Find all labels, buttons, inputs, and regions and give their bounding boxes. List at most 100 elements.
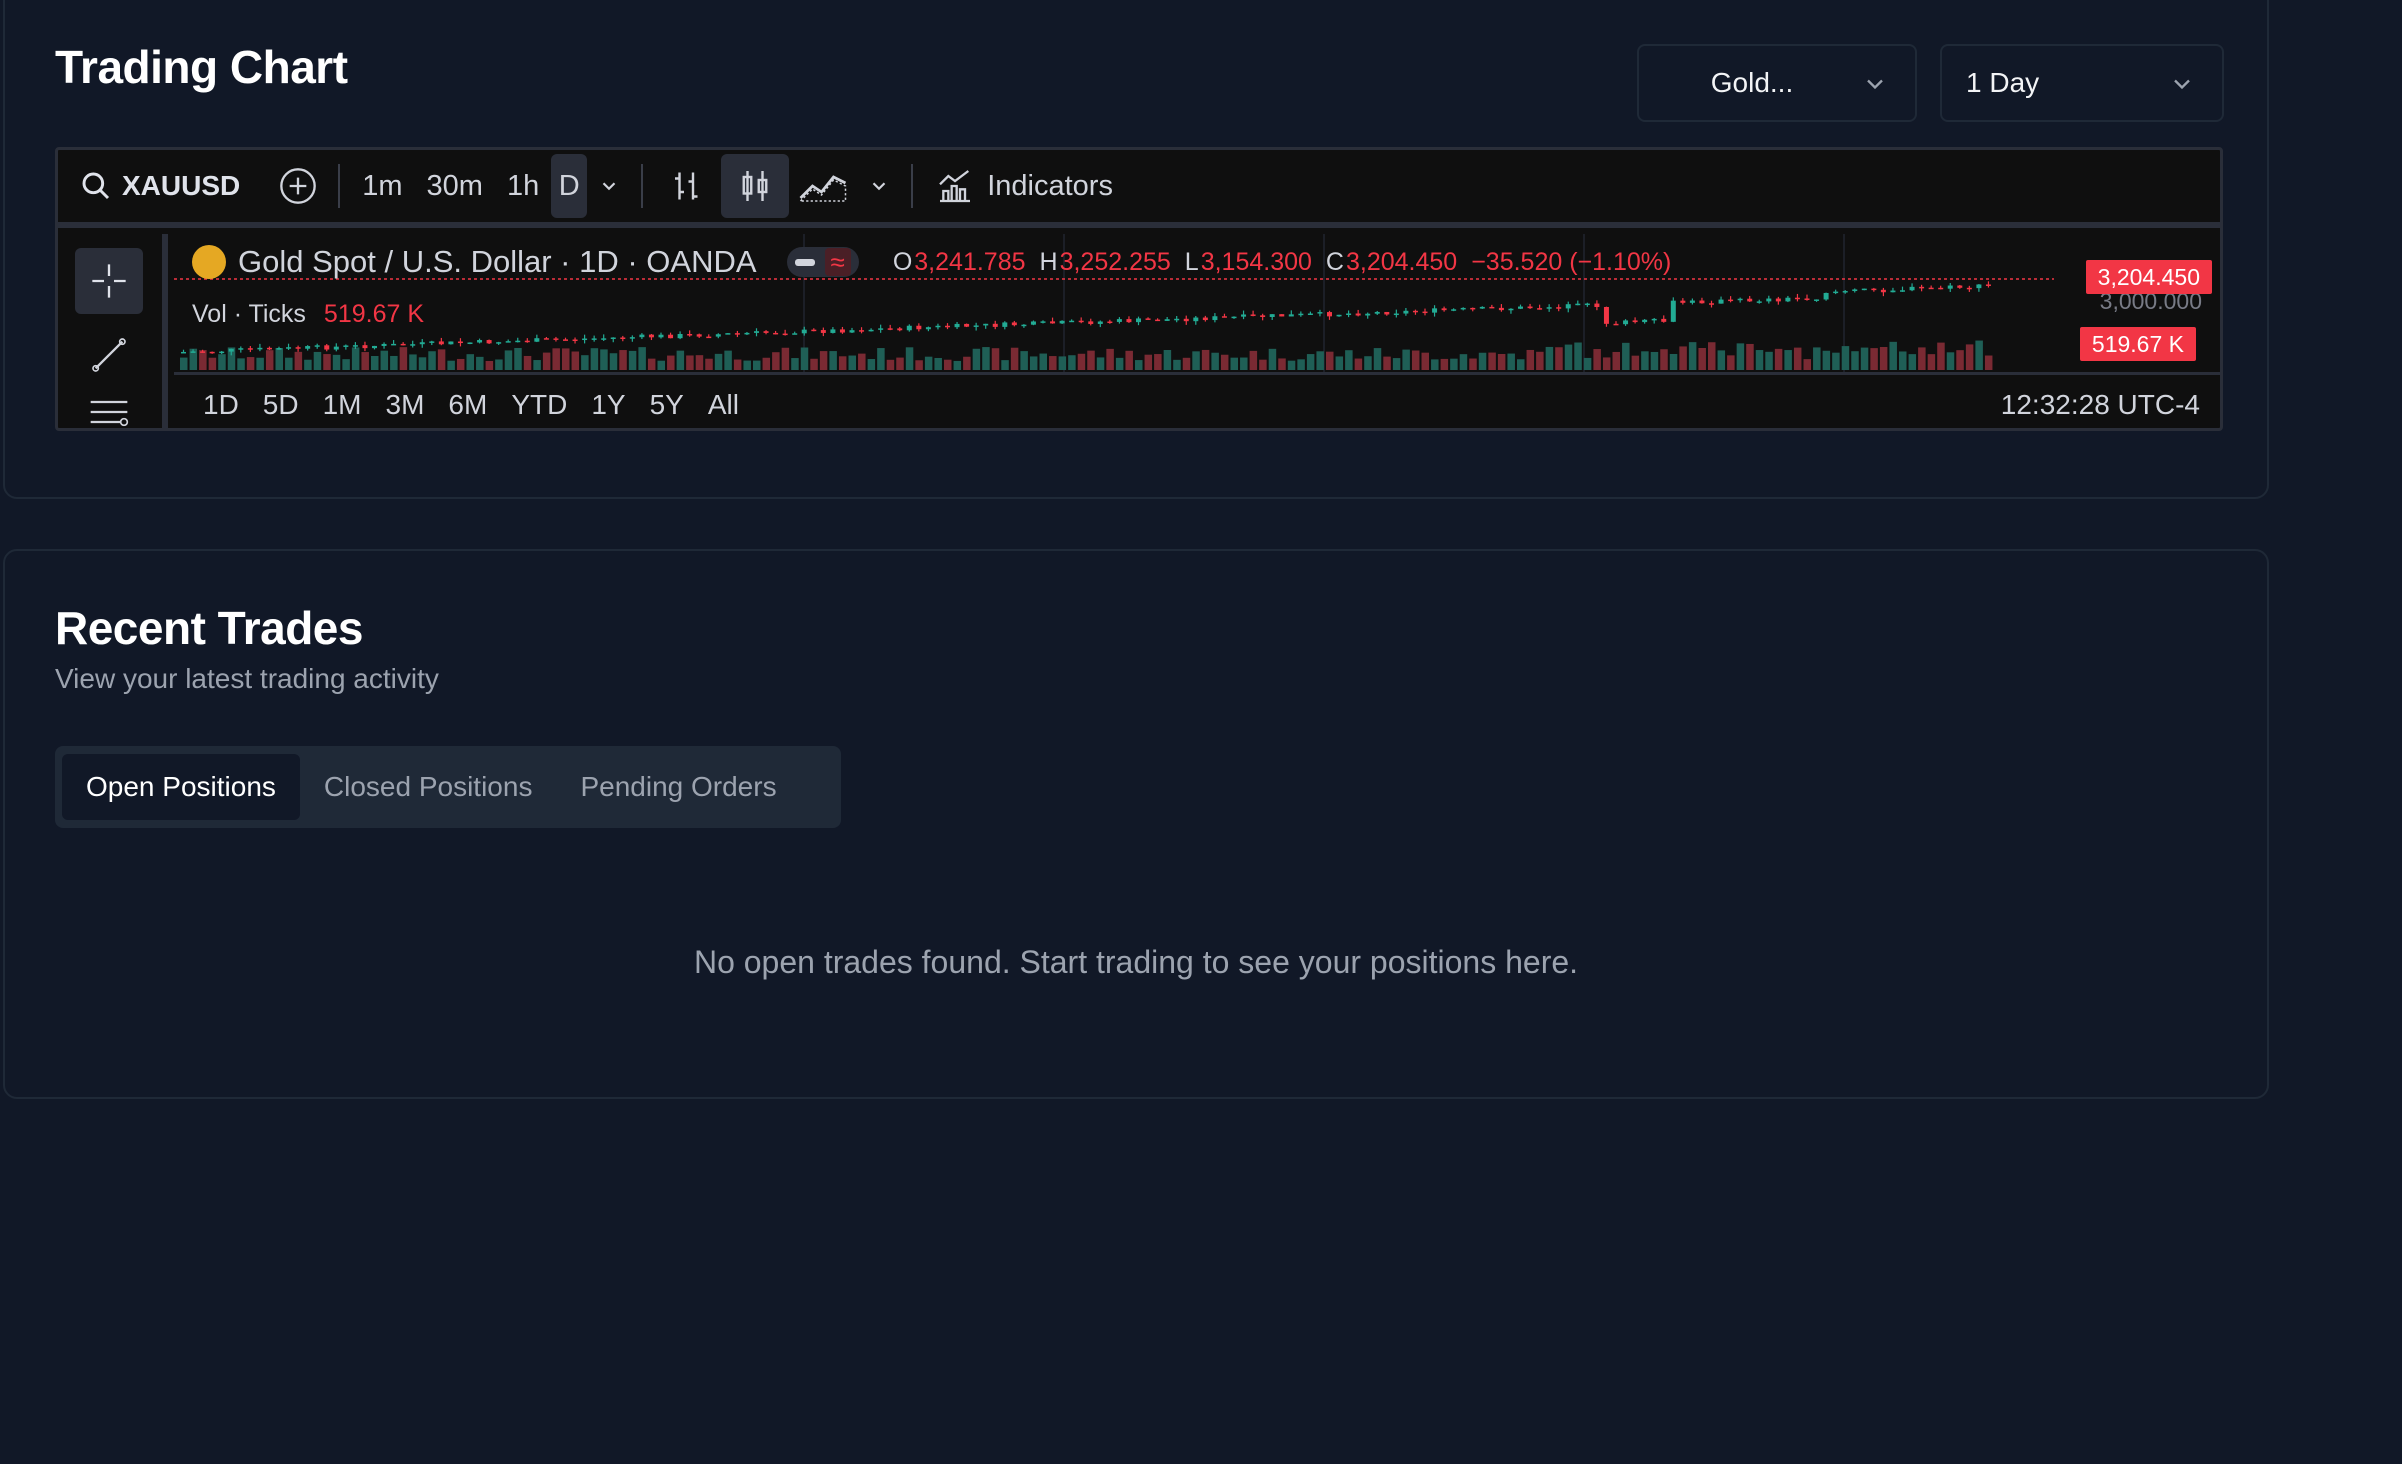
candle-body: [1088, 321, 1094, 324]
crosshair-tool-button[interactable]: [75, 248, 143, 314]
volume-bar: [1144, 354, 1153, 370]
candle-body: [1250, 314, 1256, 316]
candle-body: [1040, 321, 1046, 323]
range-1d[interactable]: 1D: [191, 389, 251, 421]
volume-bar: [466, 354, 474, 370]
candle-body: [276, 348, 282, 350]
candle-body: [1623, 320, 1629, 325]
volume-bar: [342, 359, 350, 370]
candle-body: [677, 333, 683, 339]
toolbar-divider: [911, 164, 914, 208]
candle-body: [1136, 318, 1141, 323]
candle-body: [448, 341, 454, 345]
range-6m[interactable]: 6M: [436, 389, 499, 421]
candle-body: [1718, 299, 1724, 304]
volume-bar: [1001, 360, 1009, 370]
candle-body: [601, 338, 607, 340]
volume-bar: [495, 359, 503, 370]
volume-bar: [1736, 343, 1745, 370]
volume-bar: [1908, 354, 1917, 370]
candle-body: [1861, 288, 1867, 291]
candle-body: [1699, 300, 1705, 304]
candles-chart-type-button[interactable]: [721, 154, 790, 218]
candle-body: [906, 325, 912, 331]
range-5d[interactable]: 5D: [251, 389, 311, 421]
candle-body: [1202, 317, 1208, 321]
tab-open-positions[interactable]: Open Positions: [62, 754, 300, 820]
crosshair-icon: [92, 264, 126, 298]
volume-bar: [791, 358, 799, 370]
tab-pending-orders[interactable]: Pending Orders: [556, 754, 800, 820]
volume-bar: [323, 354, 331, 370]
interval-dropdown-button[interactable]: [587, 154, 631, 218]
symbol-select[interactable]: Gold...: [1637, 44, 1917, 122]
open-label: O: [892, 247, 913, 276]
chart-clock[interactable]: 12:32:28 UTC-4: [2001, 389, 2200, 421]
range-1m[interactable]: 1M: [311, 389, 374, 421]
interval-d[interactable]: D: [551, 154, 588, 218]
candle-body: [295, 347, 301, 349]
volume-bar: [628, 350, 637, 370]
volume-bar: [237, 358, 245, 370]
candle-body: [372, 345, 377, 349]
tab-closed-positions[interactable]: Closed Positions: [300, 754, 557, 820]
fib-tool-button[interactable]: [75, 390, 143, 428]
volume-bar: [1201, 349, 1210, 370]
range-all[interactable]: All: [696, 389, 751, 421]
range-ytd[interactable]: YTD: [499, 389, 579, 421]
indicators-button[interactable]: Indicators: [923, 154, 1125, 218]
volume-bar: [1125, 350, 1133, 370]
volume-bar: [1335, 356, 1344, 370]
candle-body: [1594, 303, 1600, 307]
volume-bar: [1870, 348, 1878, 370]
candle-body: [1823, 292, 1829, 300]
bar-chart-type-button[interactable]: [653, 154, 721, 218]
timeframe-select[interactable]: 1 Day: [1940, 44, 2224, 122]
range-1y[interactable]: 1Y: [579, 389, 637, 421]
symbol-label: XAUUSD: [122, 170, 241, 201]
volume-bar: [1135, 360, 1143, 370]
candle-body: [792, 333, 798, 335]
volume-bar: [1306, 354, 1315, 370]
volume-bar: [1326, 351, 1334, 370]
tradingview-widget[interactable]: XAUUSD 1m 30m 1h D Indicators Gold Spot …: [55, 147, 2223, 431]
price-plot[interactable]: Gold Spot / U.S. Dollar · 1D · OANDA ≈ O…: [174, 234, 2220, 372]
chart-type-dropdown-button[interactable]: [857, 154, 901, 218]
candle-body: [1508, 308, 1514, 311]
candle-body: [983, 323, 989, 326]
volume-bar: [647, 358, 656, 370]
candle-body: [1116, 319, 1122, 322]
symbol-search[interactable]: XAUUSD: [80, 154, 240, 218]
volume-bar: [800, 347, 809, 370]
interval-30m[interactable]: 30m: [415, 154, 495, 218]
chevron-down-icon: [872, 182, 886, 191]
volume-bar: [533, 360, 541, 370]
candle-body: [1947, 285, 1953, 289]
interval-1m[interactable]: 1m: [350, 154, 414, 218]
interval-1h[interactable]: 1h: [495, 154, 551, 218]
range-5y[interactable]: 5Y: [638, 389, 696, 421]
area-chart-type-button[interactable]: [789, 154, 857, 218]
volume-bar: [733, 359, 742, 370]
candle-body: [648, 334, 654, 338]
candle-body: [763, 331, 769, 333]
volume-bar: [1793, 347, 1802, 370]
candle-body: [1231, 316, 1237, 319]
candle-body: [305, 346, 311, 349]
range-3m[interactable]: 3M: [374, 389, 437, 421]
candle-body: [868, 329, 874, 332]
compare-symbol-button[interactable]: [268, 154, 328, 218]
volume-bar: [218, 354, 226, 370]
trend-line-tool-button[interactable]: [75, 322, 143, 388]
candle-body: [1269, 314, 1275, 317]
candle-body: [1957, 285, 1963, 288]
volume-bar: [504, 350, 513, 370]
legend-toggle-pill[interactable]: ≈: [786, 247, 859, 277]
volume-bar: [1230, 357, 1238, 370]
candle-body: [1451, 309, 1457, 311]
candle-body: [1613, 323, 1619, 326]
candle-body: [238, 348, 244, 350]
volume-bar: [1774, 348, 1783, 370]
volume-bar: [1488, 352, 1496, 370]
candle-body: [477, 340, 483, 343]
